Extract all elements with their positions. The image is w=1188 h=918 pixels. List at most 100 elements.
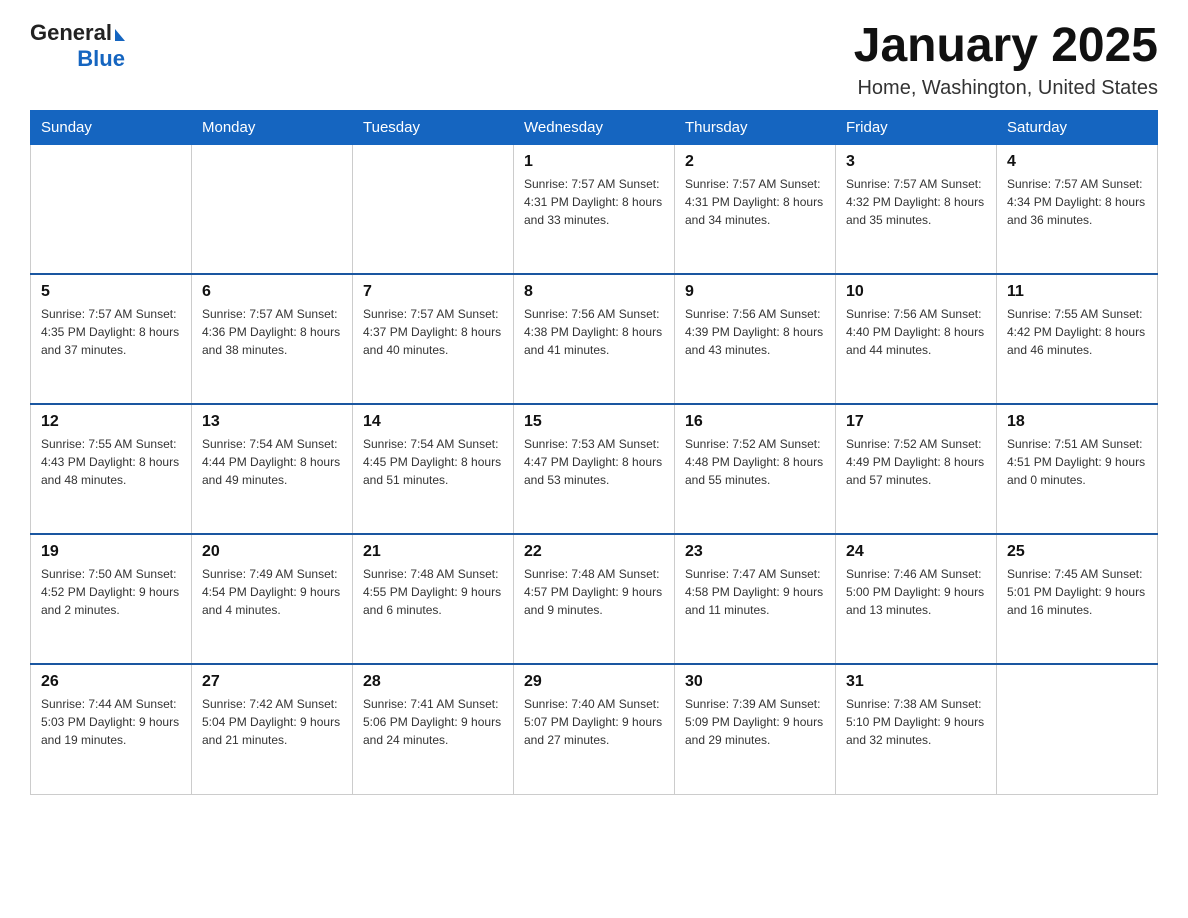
- calendar-cell: 1Sunrise: 7:57 AM Sunset: 4:31 PM Daylig…: [514, 144, 675, 274]
- day-info: Sunrise: 7:48 AM Sunset: 4:55 PM Dayligh…: [363, 565, 503, 619]
- day-info: Sunrise: 7:57 AM Sunset: 4:35 PM Dayligh…: [41, 305, 181, 359]
- calendar-cell: 24 Sunrise: 7:46 AM Sunset: 5:00 PM Dayli…: [836, 534, 997, 664]
- day-number: 10: [846, 283, 986, 301]
- day-number: 2: [685, 153, 825, 171]
- day-number: 22: [524, 543, 664, 561]
- calendar-cell: [353, 144, 514, 274]
- day-info: Sunrise: 7:52 AM Sunset: 4:49 PM Dayligh…: [846, 435, 986, 489]
- day-number: 27: [202, 673, 342, 691]
- day-number: 11: [1007, 283, 1147, 301]
- day-info: Sunrise: 7:47 AM Sunset: 4:58 PM Dayligh…: [685, 565, 825, 619]
- calendar-cell: 2 Sunrise: 7:57 AM Sunset: 4:31 PM Daylig…: [675, 144, 836, 274]
- calendar-week-row: 5Sunrise: 7:57 AM Sunset: 4:35 PM Daylig…: [31, 274, 1158, 404]
- calendar-cell: 10 Sunrise: 7:56 AM Sunset: 4:40 PM Dayli…: [836, 274, 997, 404]
- calendar-cell: 7Sunrise: 7:57 AM Sunset: 4:37 PM Daylig…: [353, 274, 514, 404]
- day-info: Sunrise: 7:42 AM Sunset: 5:04 PM Dayligh…: [202, 695, 342, 749]
- calendar-cell: 25 Sunrise: 7:45 AM Sunset: 5:01 PM Dayli…: [997, 534, 1158, 664]
- header-wednesday: Wednesday: [514, 110, 675, 144]
- day-info: Sunrise: 7:44 AM Sunset: 5:03 PM Dayligh…: [41, 695, 181, 749]
- day-info: Sunrise: 7:54 AM Sunset: 4:44 PM Dayligh…: [202, 435, 342, 489]
- day-number: 9: [685, 283, 825, 301]
- logo: General Blue: [30, 20, 125, 72]
- calendar-cell: 6 Sunrise: 7:57 AM Sunset: 4:36 PM Daylig…: [192, 274, 353, 404]
- day-info: Sunrise: 7:40 AM Sunset: 5:07 PM Dayligh…: [524, 695, 664, 749]
- day-info: Sunrise: 7:52 AM Sunset: 4:48 PM Dayligh…: [685, 435, 825, 489]
- day-number: 8: [524, 283, 664, 301]
- day-info: Sunrise: 7:38 AM Sunset: 5:10 PM Dayligh…: [846, 695, 986, 749]
- day-info: Sunrise: 7:57 AM Sunset: 4:32 PM Dayligh…: [846, 175, 986, 229]
- day-info: Sunrise: 7:57 AM Sunset: 4:36 PM Dayligh…: [202, 305, 342, 359]
- calendar-cell: 28 Sunrise: 7:41 AM Sunset: 5:06 PM Dayli…: [353, 664, 514, 794]
- day-info: Sunrise: 7:49 AM Sunset: 4:54 PM Dayligh…: [202, 565, 342, 619]
- day-number: 21: [363, 543, 503, 561]
- day-number: 4: [1007, 153, 1147, 171]
- calendar-week-row: 19 Sunrise: 7:50 AM Sunset: 4:52 PM Dayli…: [31, 534, 1158, 664]
- day-info: Sunrise: 7:57 AM Sunset: 4:31 PM Dayligh…: [524, 175, 664, 229]
- calendar-cell: 29 Sunrise: 7:40 AM Sunset: 5:07 PM Dayli…: [514, 664, 675, 794]
- calendar-cell: 8 Sunrise: 7:56 AM Sunset: 4:38 PM Daylig…: [514, 274, 675, 404]
- page-header: General Blue January 2025 Home, Washingt…: [30, 20, 1158, 100]
- day-number: 6: [202, 283, 342, 301]
- calendar-cell: 3 Sunrise: 7:57 AM Sunset: 4:32 PM Daylig…: [836, 144, 997, 274]
- day-info: Sunrise: 7:57 AM Sunset: 4:34 PM Dayligh…: [1007, 175, 1147, 229]
- day-info: Sunrise: 7:55 AM Sunset: 4:42 PM Dayligh…: [1007, 305, 1147, 359]
- calendar-cell: 16 Sunrise: 7:52 AM Sunset: 4:48 PM Dayli…: [675, 404, 836, 534]
- day-number: 17: [846, 413, 986, 431]
- day-info: Sunrise: 7:56 AM Sunset: 4:39 PM Dayligh…: [685, 305, 825, 359]
- calendar-title: January 2025: [854, 20, 1158, 73]
- day-number: 3: [846, 153, 986, 171]
- calendar-cell: 9 Sunrise: 7:56 AM Sunset: 4:39 PM Daylig…: [675, 274, 836, 404]
- day-number: 26: [41, 673, 181, 691]
- calendar-cell: 11 Sunrise: 7:55 AM Sunset: 4:42 PM Dayli…: [997, 274, 1158, 404]
- day-number: 16: [685, 413, 825, 431]
- logo-blue: Blue: [77, 46, 125, 72]
- calendar-cell: 26 Sunrise: 7:44 AM Sunset: 5:03 PM Dayli…: [31, 664, 192, 794]
- day-number: 14: [363, 413, 503, 431]
- header-sunday: Sunday: [31, 110, 192, 144]
- calendar-cell: 12Sunrise: 7:55 AM Sunset: 4:43 PM Dayli…: [31, 404, 192, 534]
- calendar-cell: 30Sunrise: 7:39 AM Sunset: 5:09 PM Dayli…: [675, 664, 836, 794]
- day-info: Sunrise: 7:54 AM Sunset: 4:45 PM Dayligh…: [363, 435, 503, 489]
- calendar-week-row: 26 Sunrise: 7:44 AM Sunset: 5:03 PM Dayli…: [31, 664, 1158, 794]
- calendar-cell: [31, 144, 192, 274]
- day-info: Sunrise: 7:57 AM Sunset: 4:37 PM Dayligh…: [363, 305, 503, 359]
- day-info: Sunrise: 7:41 AM Sunset: 5:06 PM Dayligh…: [363, 695, 503, 749]
- day-number: 23: [685, 543, 825, 561]
- header-monday: Monday: [192, 110, 353, 144]
- calendar-cell: 20Sunrise: 7:49 AM Sunset: 4:54 PM Dayli…: [192, 534, 353, 664]
- day-number: 19: [41, 543, 181, 561]
- calendar-cell: 15Sunrise: 7:53 AM Sunset: 4:47 PM Dayli…: [514, 404, 675, 534]
- day-info: Sunrise: 7:57 AM Sunset: 4:31 PM Dayligh…: [685, 175, 825, 229]
- calendar-cell: 18 Sunrise: 7:51 AM Sunset: 4:51 PM Dayli…: [997, 404, 1158, 534]
- day-info: Sunrise: 7:39 AM Sunset: 5:09 PM Dayligh…: [685, 695, 825, 749]
- day-info: Sunrise: 7:56 AM Sunset: 4:40 PM Dayligh…: [846, 305, 986, 359]
- day-info: Sunrise: 7:46 AM Sunset: 5:00 PM Dayligh…: [846, 565, 986, 619]
- calendar-week-row: 1Sunrise: 7:57 AM Sunset: 4:31 PM Daylig…: [31, 144, 1158, 274]
- day-number: 25: [1007, 543, 1147, 561]
- logo-general: General: [30, 20, 112, 46]
- calendar-cell: [997, 664, 1158, 794]
- calendar-cell: 23 Sunrise: 7:47 AM Sunset: 4:58 PM Dayli…: [675, 534, 836, 664]
- day-number: 18: [1007, 413, 1147, 431]
- day-info: Sunrise: 7:56 AM Sunset: 4:38 PM Dayligh…: [524, 305, 664, 359]
- day-info: Sunrise: 7:55 AM Sunset: 4:43 PM Dayligh…: [41, 435, 181, 489]
- day-info: Sunrise: 7:50 AM Sunset: 4:52 PM Dayligh…: [41, 565, 181, 619]
- day-info: Sunrise: 7:51 AM Sunset: 4:51 PM Dayligh…: [1007, 435, 1147, 489]
- day-number: 13: [202, 413, 342, 431]
- calendar-cell: 31Sunrise: 7:38 AM Sunset: 5:10 PM Dayli…: [836, 664, 997, 794]
- header-thursday: Thursday: [675, 110, 836, 144]
- header-tuesday: Tuesday: [353, 110, 514, 144]
- calendar-cell: 13 Sunrise: 7:54 AM Sunset: 4:44 PM Dayli…: [192, 404, 353, 534]
- day-info: Sunrise: 7:45 AM Sunset: 5:01 PM Dayligh…: [1007, 565, 1147, 619]
- calendar-table: SundayMondayTuesdayWednesdayThursdayFrid…: [30, 110, 1158, 795]
- day-number: 28: [363, 673, 503, 691]
- calendar-cell: 14 Sunrise: 7:54 AM Sunset: 4:45 PM Dayli…: [353, 404, 514, 534]
- day-number: 29: [524, 673, 664, 691]
- calendar-cell: 4 Sunrise: 7:57 AM Sunset: 4:34 PM Daylig…: [997, 144, 1158, 274]
- title-block: January 2025 Home, Washington, United St…: [854, 20, 1158, 100]
- day-number: 24: [846, 543, 986, 561]
- day-number: 15: [524, 413, 664, 431]
- calendar-week-row: 12Sunrise: 7:55 AM Sunset: 4:43 PM Dayli…: [31, 404, 1158, 534]
- logo-arrow-icon: [115, 29, 125, 41]
- header-friday: Friday: [836, 110, 997, 144]
